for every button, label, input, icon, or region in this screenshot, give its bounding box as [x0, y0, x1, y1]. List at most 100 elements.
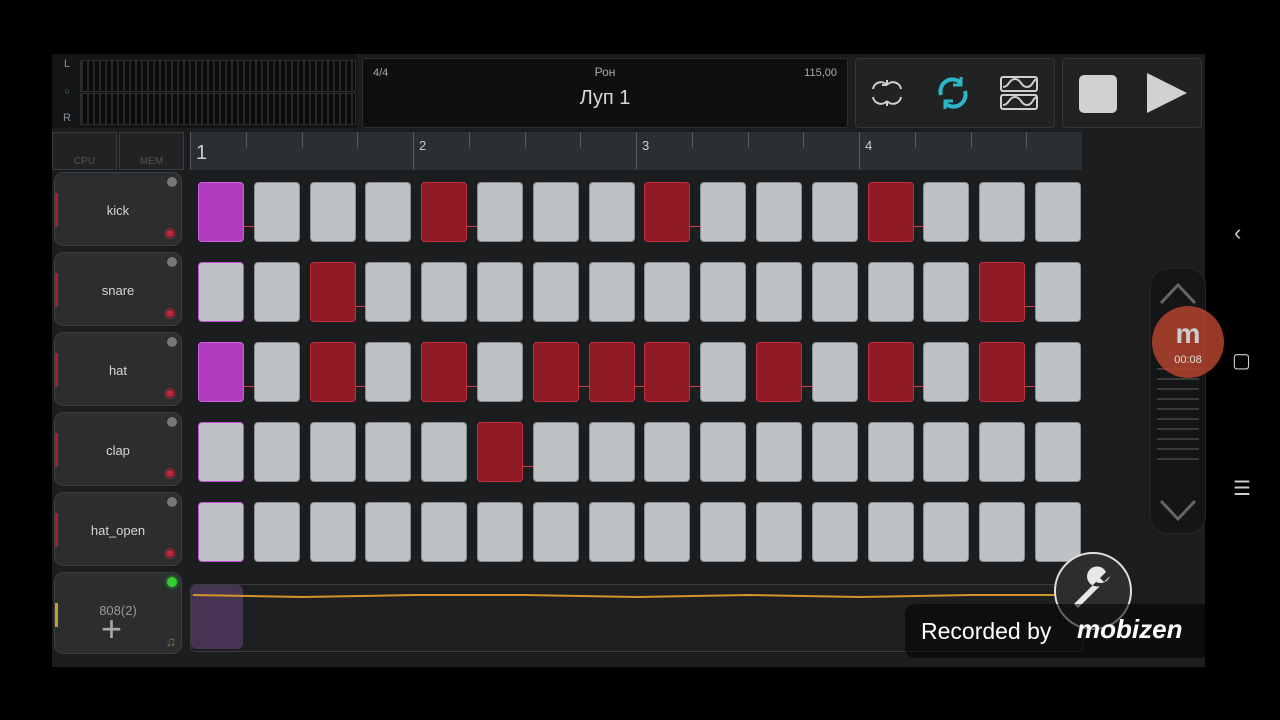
- step-pad[interactable]: [644, 262, 691, 322]
- step-pad[interactable]: [421, 422, 468, 482]
- step-pad[interactable]: [588, 262, 635, 322]
- step-pad[interactable]: [532, 182, 579, 242]
- step-pad[interactable]: [253, 422, 300, 482]
- step-pad[interactable]: [811, 262, 858, 322]
- track-clap[interactable]: clap ◉: [54, 412, 182, 486]
- step-pad[interactable]: [979, 182, 1026, 242]
- track-mute-led[interactable]: [167, 257, 177, 267]
- step-pad[interactable]: [253, 342, 300, 402]
- loop-name[interactable]: Луп 1: [363, 87, 847, 110]
- step-pad[interactable]: [700, 182, 747, 242]
- step-pad[interactable]: [923, 422, 970, 482]
- step-pad[interactable]: [867, 422, 914, 482]
- wave-edit-icon[interactable]: [998, 73, 1040, 113]
- step-pad[interactable]: [644, 182, 691, 242]
- step-pad[interactable]: [979, 262, 1026, 322]
- step-pad[interactable]: [477, 342, 523, 402]
- add-track-button[interactable]: 808(2) + ♫: [54, 572, 182, 654]
- step-pad[interactable]: [253, 502, 300, 562]
- step-pad[interactable]: [421, 182, 468, 242]
- step-pad[interactable]: [421, 262, 468, 322]
- step-pad[interactable]: [923, 502, 970, 562]
- step-pad[interactable]: [979, 502, 1026, 562]
- step-pad[interactable]: [1035, 342, 1081, 402]
- step-pad[interactable]: [979, 342, 1026, 402]
- step-pad[interactable]: [477, 262, 523, 322]
- step-pad[interactable]: [867, 342, 914, 402]
- step-pad[interactable]: [421, 342, 468, 402]
- step-pad[interactable]: [811, 342, 858, 402]
- recorder-badge[interactable]: m 00:08: [1152, 306, 1224, 378]
- step-pad[interactable]: [365, 182, 412, 242]
- step-pad[interactable]: [1035, 502, 1081, 562]
- step-pad[interactable]: [700, 422, 747, 482]
- step-pad[interactable]: [1035, 182, 1081, 242]
- step-pad[interactable]: [309, 182, 356, 242]
- step-pad[interactable]: [644, 422, 691, 482]
- step-pad[interactable]: [756, 262, 802, 322]
- step-pad[interactable]: [365, 502, 412, 562]
- step-pad[interactable]: [588, 342, 635, 402]
- step-pad[interactable]: [309, 422, 356, 482]
- step-pad[interactable]: [532, 262, 579, 322]
- step-pad[interactable]: [700, 342, 747, 402]
- play-button[interactable]: [1147, 73, 1187, 113]
- track-mute-led[interactable]: [167, 497, 177, 507]
- step-pad[interactable]: [198, 502, 244, 562]
- step-pad[interactable]: [756, 422, 802, 482]
- step-pad[interactable]: [309, 262, 356, 322]
- step-pad[interactable]: [477, 502, 523, 562]
- step-pad[interactable]: [365, 262, 412, 322]
- track-snare[interactable]: snare ◉: [54, 252, 182, 326]
- step-pad[interactable]: [979, 422, 1026, 482]
- step-pad[interactable]: [198, 422, 244, 482]
- step-pad[interactable]: [532, 502, 579, 562]
- step-pad[interactable]: [700, 502, 747, 562]
- track-mute-led[interactable]: [167, 177, 177, 187]
- step-pad[interactable]: [532, 342, 579, 402]
- step-pad[interactable]: [700, 262, 747, 322]
- step-pad[interactable]: [253, 182, 300, 242]
- step-pad[interactable]: [588, 422, 635, 482]
- step-pad[interactable]: [811, 182, 858, 242]
- track-hat[interactable]: hat ◉: [54, 332, 182, 406]
- step-pad[interactable]: [365, 422, 412, 482]
- step-pad[interactable]: [1035, 422, 1081, 482]
- step-pad[interactable]: [811, 422, 858, 482]
- step-pad[interactable]: [421, 502, 468, 562]
- step-pad[interactable]: [309, 502, 356, 562]
- step-pad[interactable]: [644, 502, 691, 562]
- loop-record-icon[interactable]: [866, 73, 908, 113]
- track-kick[interactable]: kick ◉: [54, 172, 182, 246]
- step-pad[interactable]: [811, 502, 858, 562]
- repeat-icon[interactable]: [932, 73, 974, 113]
- step-pad[interactable]: [198, 262, 244, 322]
- menu-icon[interactable]: ☰: [1233, 476, 1251, 501]
- step-pad[interactable]: [588, 182, 635, 242]
- recents-icon[interactable]: ▢: [1232, 348, 1251, 373]
- step-pad[interactable]: [588, 502, 635, 562]
- step-pad[interactable]: [1035, 262, 1081, 322]
- track-mute-led[interactable]: [167, 417, 177, 427]
- step-pad[interactable]: [923, 182, 970, 242]
- step-pad[interactable]: [477, 182, 523, 242]
- back-icon[interactable]: ‹: [1234, 220, 1241, 246]
- step-pad[interactable]: [923, 262, 970, 322]
- loop-info-panel[interactable]: 4/4 Рон 115,00 Луп 1: [362, 58, 848, 128]
- track-hat-open[interactable]: hat_open ◉: [54, 492, 182, 566]
- step-pad[interactable]: [253, 262, 300, 322]
- step-pad[interactable]: [923, 342, 970, 402]
- step-pad[interactable]: [198, 342, 244, 402]
- step-pad[interactable]: [365, 342, 412, 402]
- step-pad[interactable]: [756, 182, 802, 242]
- step-pad[interactable]: [532, 422, 579, 482]
- step-pad[interactable]: [198, 182, 244, 242]
- step-pad[interactable]: [867, 262, 914, 322]
- step-pad[interactable]: [756, 342, 802, 402]
- step-pad[interactable]: [644, 342, 691, 402]
- step-pad[interactable]: [867, 182, 914, 242]
- step-pad[interactable]: [477, 422, 523, 482]
- timeline-ruler[interactable]: 1 2 3 4: [190, 132, 1082, 170]
- step-pad[interactable]: [756, 502, 802, 562]
- tempo-value[interactable]: 115,00: [804, 67, 837, 79]
